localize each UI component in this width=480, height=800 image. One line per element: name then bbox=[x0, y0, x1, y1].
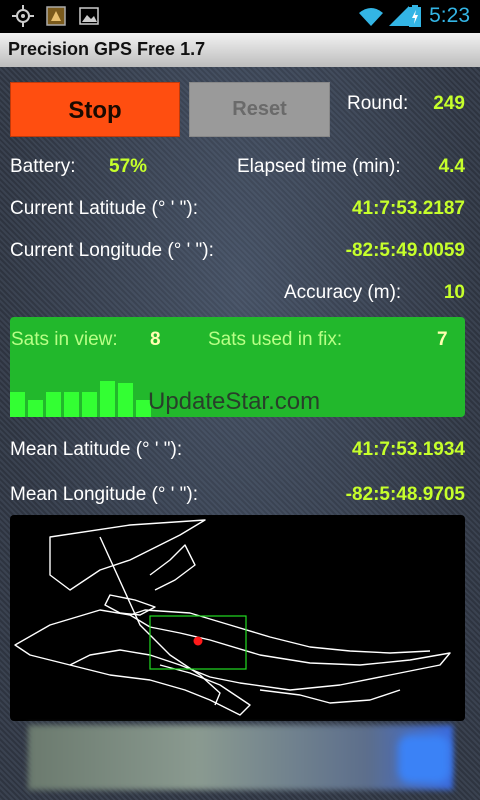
elapsed-time-label: Elapsed time (min): bbox=[237, 156, 401, 177]
notification-icon bbox=[46, 6, 66, 26]
status-bar: 5:23 bbox=[0, 0, 480, 33]
reset-button[interactable]: Reset bbox=[189, 82, 330, 137]
mean-latitude-label: Mean Latitude (° ' "): bbox=[10, 439, 183, 460]
current-longitude-label: Current Longitude (° ' "): bbox=[10, 240, 214, 261]
signal-bars bbox=[10, 361, 160, 417]
accuracy-value: 10 bbox=[443, 282, 465, 303]
current-latitude-value: 41:7:53.2187 bbox=[351, 198, 465, 219]
track-line bbox=[99, 536, 221, 706]
track-line bbox=[149, 544, 196, 591]
watermark: UpdateStar.com bbox=[148, 388, 321, 415]
app-title-bar: Precision GPS Free 1.7 bbox=[0, 33, 480, 67]
gps-icon bbox=[12, 5, 34, 27]
track-plot bbox=[14, 519, 451, 716]
signal-bar bbox=[100, 381, 115, 417]
sats-in-view-value: 8 bbox=[150, 329, 161, 350]
track-line bbox=[259, 689, 401, 704]
round-value: 249 bbox=[433, 93, 465, 114]
battery-label: Battery: bbox=[10, 156, 76, 177]
signal-bar bbox=[82, 392, 97, 417]
track-map[interactable] bbox=[10, 515, 465, 721]
signal-bar bbox=[28, 400, 43, 417]
battery-value: 57% bbox=[109, 156, 148, 177]
sats-used-label: Sats used in fix: bbox=[208, 329, 343, 350]
mean-latitude-value: 41:7:53.1934 bbox=[351, 439, 465, 460]
ad-banner[interactable] bbox=[28, 725, 453, 790]
current-position-dot bbox=[193, 636, 203, 646]
battery-icon bbox=[409, 5, 421, 27]
ad-action-icon[interactable] bbox=[398, 735, 450, 783]
app-title: Precision GPS Free 1.7 bbox=[8, 39, 206, 59]
signal-bar bbox=[10, 392, 25, 417]
main-content: Stop Reset Round: 249 Battery: 57% Elaps… bbox=[0, 67, 480, 800]
signal-bar bbox=[46, 392, 61, 417]
current-latitude-label: Current Latitude (° ' "): bbox=[10, 198, 198, 219]
signal-icon bbox=[389, 6, 409, 26]
signal-bar bbox=[118, 383, 133, 417]
image-icon bbox=[79, 7, 99, 25]
elapsed-time-value: 4.4 bbox=[438, 156, 465, 177]
mean-longitude-label: Mean Longitude (° ' "): bbox=[10, 484, 199, 505]
mean-longitude-value: -82:5:48.9705 bbox=[345, 484, 465, 505]
stop-button[interactable]: Stop bbox=[10, 82, 180, 137]
track-line bbox=[69, 664, 251, 716]
sats-in-view-label: Sats in view: bbox=[11, 329, 118, 350]
sats-used-value: 7 bbox=[437, 329, 448, 350]
current-longitude-value: -82:5:49.0059 bbox=[345, 240, 465, 261]
track-line bbox=[14, 609, 451, 691]
wifi-icon bbox=[359, 8, 383, 26]
round-label: Round: bbox=[347, 93, 409, 114]
track-line bbox=[49, 519, 206, 591]
accuracy-label: Accuracy (m): bbox=[284, 282, 402, 303]
signal-bar bbox=[64, 392, 79, 417]
clock: 5:23 bbox=[429, 4, 470, 27]
